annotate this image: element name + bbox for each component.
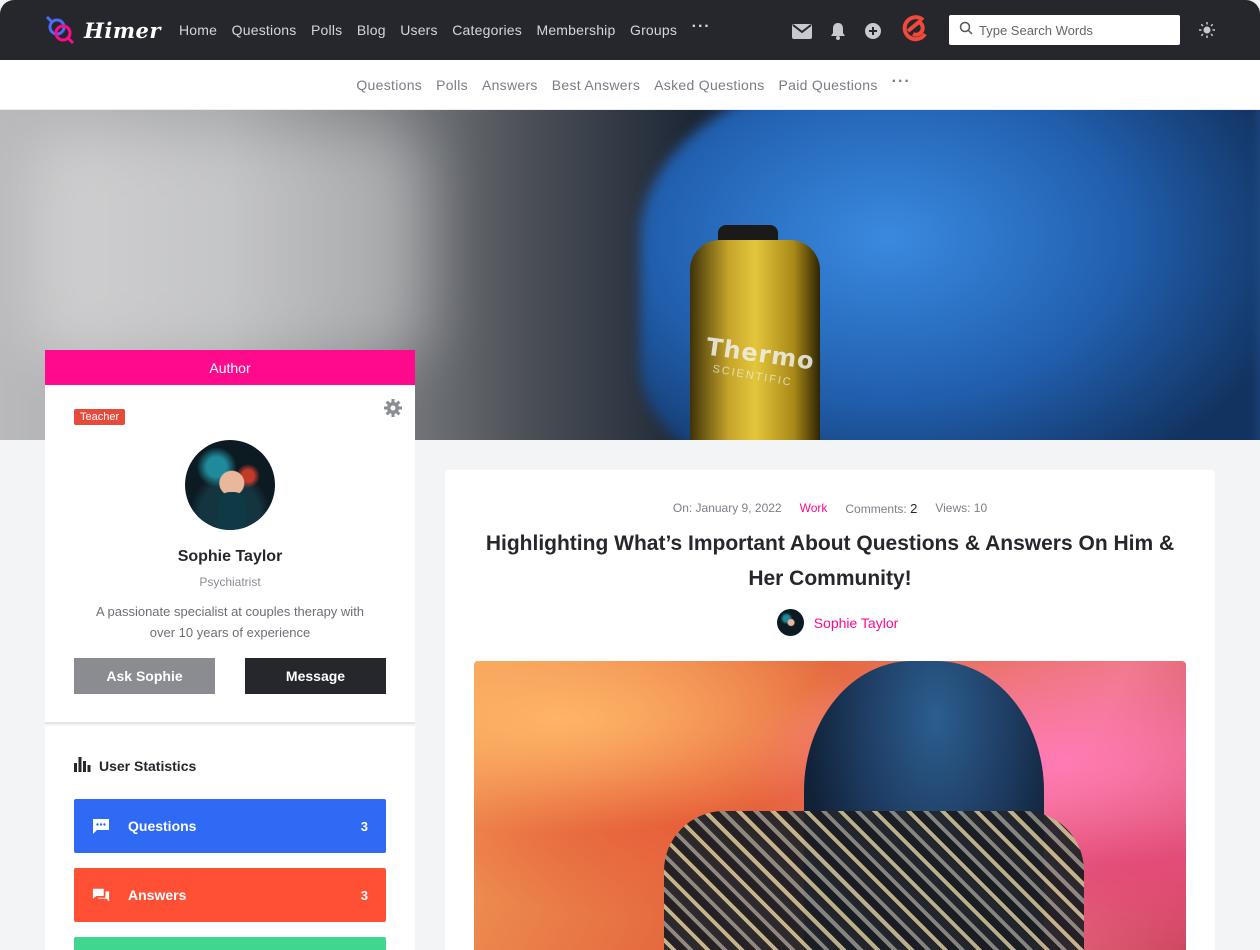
post-comments-count: 2 <box>910 501 918 516</box>
logo[interactable]: Himer <box>44 14 161 46</box>
author-card-header: Author <box>45 350 415 385</box>
stat-next[interactable] <box>74 937 386 950</box>
stat-answers-label: Answers <box>128 887 187 903</box>
post-comments[interactable]: Comments: 2 <box>845 501 917 516</box>
post-views: Views: 10 <box>935 501 988 515</box>
nav-categories[interactable]: Categories <box>452 22 522 38</box>
stat-questions-label: Questions <box>128 818 197 834</box>
nav-questions[interactable]: Questions <box>232 22 297 38</box>
subnav-polls[interactable]: Polls <box>436 77 468 93</box>
subnav-questions[interactable]: Questions <box>356 77 422 93</box>
nav-polls[interactable]: Polls <box>311 22 342 38</box>
search-input[interactable] <box>979 22 1169 38</box>
author-bio: A passionate specialist at couples thera… <box>95 604 365 640</box>
subnav-best-answers[interactable]: Best Answers <box>552 77 640 93</box>
author-name[interactable]: Sophie Taylor <box>45 548 415 566</box>
author-role: Psychiatrist <box>199 575 261 589</box>
main-nav: Home Questions Polls Blog Users Categori… <box>179 0 711 60</box>
subnav-answers[interactable]: Answers <box>482 77 538 93</box>
nav-membership[interactable]: Membership <box>536 22 615 38</box>
bar-chart-icon <box>74 757 91 775</box>
logo-text: Himer <box>84 17 161 43</box>
post-date: On: January 9, 2022 <box>672 501 782 515</box>
user-statistics-title: User Statistics <box>74 757 196 775</box>
ask-button[interactable]: Ask Sophie <box>74 658 215 694</box>
author-card: Teacher Sophie Taylor Psychiatrist A pas… <box>45 385 415 724</box>
subnav-paid-questions[interactable]: Paid Questions <box>779 77 878 93</box>
plus-circle-icon[interactable] <box>861 19 885 43</box>
post-meta: On: January 9, 2022 Work Comments: 2 Vie… <box>445 501 1215 516</box>
search-icon <box>959 21 973 40</box>
mail-icon[interactable] <box>790 19 814 43</box>
subnav-asked-questions[interactable]: Asked Questions <box>654 77 764 93</box>
user-badge: Teacher <box>74 409 126 425</box>
nav-home[interactable]: Home <box>179 22 217 38</box>
stat-answers[interactable]: Answers 3 <box>74 868 386 922</box>
post-category[interactable]: Work <box>800 501 828 516</box>
brand-icon[interactable] <box>899 14 929 44</box>
top-icons <box>790 15 929 44</box>
top-navbar: Himer Home Questions Polls Blog Users Ca… <box>0 0 1260 60</box>
bell-icon[interactable] <box>826 19 850 43</box>
stat-answers-count: 3 <box>360 887 368 903</box>
author-avatar[interactable] <box>185 440 275 530</box>
post-card: On: January 9, 2022 Work Comments: 2 Vie… <box>445 470 1215 950</box>
nav-users[interactable]: Users <box>400 22 438 38</box>
user-statistics-card: User Statistics Questions 3 Answers 3 <box>45 726 415 950</box>
nav-more-icon[interactable]: ··· <box>692 18 711 36</box>
gear-icon[interactable] <box>384 399 402 422</box>
stat-questions-count: 3 <box>360 818 368 834</box>
post-author-avatar[interactable] <box>776 609 804 636</box>
logo-icon <box>44 14 76 46</box>
post-author[interactable]: Sophie Taylor <box>445 609 1215 636</box>
subnav-more-icon[interactable]: ··· <box>892 73 911 91</box>
post-image-shirt <box>664 811 1084 950</box>
user-statistics-label: User Statistics <box>99 758 197 774</box>
post-author-name[interactable]: Sophie Taylor <box>814 615 899 631</box>
nav-groups[interactable]: Groups <box>630 22 677 38</box>
chat-icon <box>92 817 110 835</box>
cover-blur-shape <box>30 130 430 360</box>
message-button[interactable]: Message <box>245 658 386 694</box>
post-comments-label: Comments: <box>845 502 907 516</box>
post-title[interactable]: Highlighting What’s Important About Ques… <box>485 526 1175 596</box>
sun-icon[interactable] <box>1198 21 1216 44</box>
post-featured-image[interactable] <box>474 661 1186 950</box>
nav-blog[interactable]: Blog <box>357 22 386 38</box>
search-box <box>949 15 1180 45</box>
sub-nav: Questions Polls Answers Best Answers Ask… <box>0 60 1260 110</box>
answers-icon <box>92 886 110 904</box>
stat-questions[interactable]: Questions 3 <box>74 799 386 853</box>
